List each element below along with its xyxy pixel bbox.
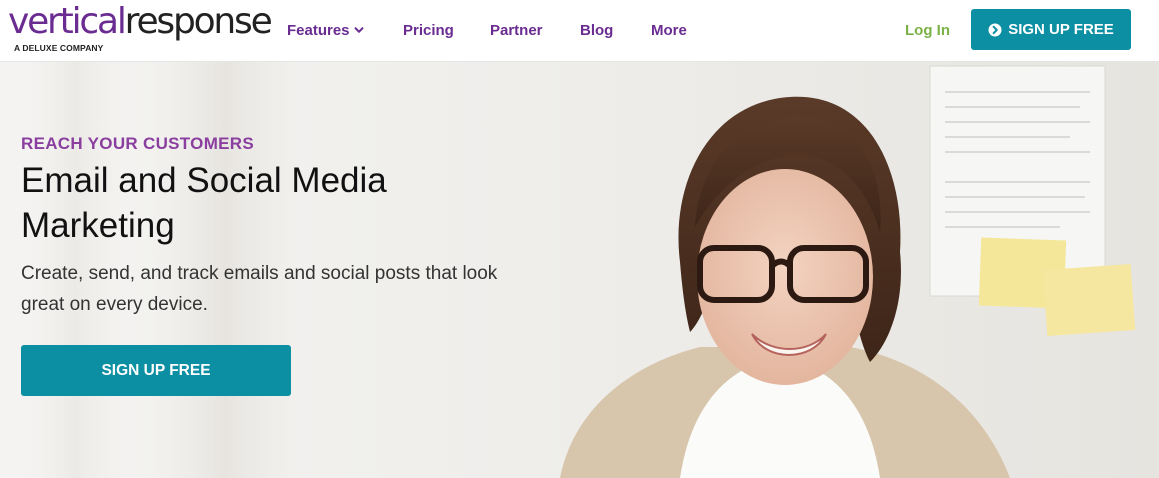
- signup-free-button-hero[interactable]: SIGN UP FREE: [21, 345, 291, 396]
- login-link[interactable]: Log In: [905, 0, 950, 62]
- nav-partner[interactable]: Partner: [490, 0, 543, 62]
- chevron-down-icon: [354, 27, 364, 33]
- hero-headline: Email and Social Media Marketing: [21, 161, 387, 245]
- verticalresponse-logo[interactable]: verticalresponse A DELUXE COMPANY: [8, 2, 273, 56]
- nav-blog[interactable]: Blog: [580, 0, 613, 62]
- hero-section: REACH YOUR CUSTOMERS Email and Social Me…: [0, 62, 1159, 478]
- arrow-circle-right-icon: [988, 23, 1002, 36]
- signup-free-label: SIGN UP FREE: [1008, 21, 1114, 38]
- logo-tagline: A DELUXE COMPANY: [14, 43, 104, 53]
- hero-subtext: Create, send, and track emails and socia…: [21, 263, 498, 315]
- signup-free-button-header[interactable]: SIGN UP FREE: [971, 9, 1131, 50]
- nav-features-label: Features: [287, 22, 350, 39]
- nav-more[interactable]: More: [651, 0, 687, 62]
- logo-wordmark: verticalresponse: [8, 1, 273, 42]
- site-header: verticalresponse A DELUXE COMPANY Featur…: [0, 0, 1159, 62]
- hero-eyebrow: REACH YOUR CUSTOMERS: [21, 134, 255, 153]
- logo-wordmark-vertical: vertical: [8, 1, 127, 42]
- nav-pricing[interactable]: Pricing: [403, 0, 454, 62]
- nav-features[interactable]: Features: [287, 0, 364, 62]
- logo-wordmark-response: response: [124, 1, 273, 42]
